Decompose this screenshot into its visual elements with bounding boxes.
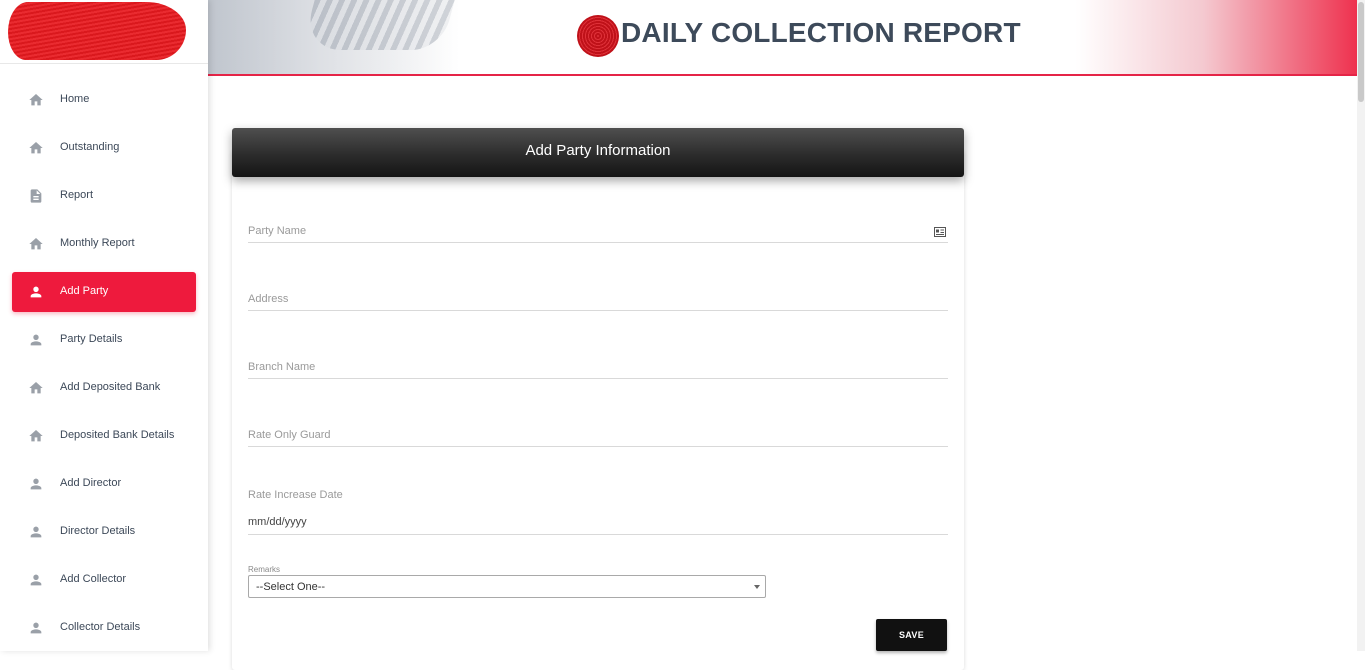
- sidebar-item-label: Director Details: [60, 525, 136, 537]
- sidebar-item-add-party[interactable]: Add Party: [12, 272, 196, 312]
- sidebar-item-outstanding[interactable]: Outstanding: [12, 128, 196, 168]
- rate-only-guard-field[interactable]: Rate Only Guard: [248, 426, 948, 447]
- sidebar-item-label: Outstanding: [60, 141, 120, 153]
- page-scrollbar[interactable]: [1357, 0, 1365, 651]
- sidebar-item-add-deposited-bank[interactable]: Add Deposited Bank: [12, 368, 196, 408]
- person-icon: [28, 476, 44, 492]
- sidebar-item-label: Monthly Report: [60, 237, 135, 249]
- party-name-field[interactable]: Party Name: [248, 222, 948, 243]
- sidebar-item-deposited-bank-details[interactable]: Deposited Bank Details: [12, 416, 196, 456]
- home-icon: [28, 92, 44, 108]
- page-title: DAILY COLLECTION REPORT: [621, 17, 1021, 48]
- contact-card-icon: [934, 224, 946, 237]
- rate-only-guard-label: Rate Only Guard: [248, 429, 331, 441]
- person-icon: [28, 620, 44, 636]
- redacted-logo: [8, 2, 186, 60]
- page-header: DAILY COLLECTION REPORT: [208, 0, 1365, 76]
- remarks-label: Remarks: [248, 565, 281, 574]
- card-header: Add Party Information: [232, 128, 964, 177]
- card-title: Add Party Information: [525, 142, 671, 159]
- sidebar-item-label: Party Details: [60, 333, 123, 345]
- dropdown-arrow-icon: [754, 585, 760, 589]
- sidebar-item-label: Report: [60, 189, 94, 201]
- sidebar-item-label: Deposited Bank Details: [60, 429, 175, 441]
- sidebar-item-label: Collector Details: [60, 621, 141, 633]
- sidebar-item-label: Add Collector: [60, 573, 127, 585]
- home-icon: [28, 428, 44, 444]
- home-icon: [28, 236, 44, 252]
- rate-increase-date-value: mm/dd/yyyy: [248, 516, 307, 528]
- sidebar-item-home[interactable]: Home: [12, 80, 196, 120]
- sidebar-item-label: Home: [60, 93, 90, 105]
- rate-increase-date-input[interactable]: [248, 510, 948, 535]
- sidebar: Home Outstanding Report Monthly Report A…: [0, 0, 208, 651]
- sidebar-item-report[interactable]: Report: [12, 176, 196, 216]
- remarks-selected-value: --Select One--: [256, 581, 326, 593]
- sidebar-item-label: Add Party: [60, 285, 109, 297]
- header-banner-image: [208, 0, 458, 74]
- save-button[interactable]: SAVE: [876, 619, 947, 651]
- branch-name-field[interactable]: Branch Name: [248, 358, 948, 379]
- scrollbar-thumb[interactable]: [1358, 2, 1364, 102]
- home-icon: [28, 140, 44, 156]
- branch-name-label: Branch Name: [248, 361, 316, 373]
- sidebar-item-add-collector[interactable]: Add Collector: [12, 560, 196, 600]
- document-icon: [28, 188, 44, 204]
- person-icon: [28, 332, 44, 348]
- sidebar-item-label: Add Director: [60, 477, 122, 489]
- sidebar-item-director-details[interactable]: Director Details: [12, 512, 196, 552]
- sidebar-item-monthly-report[interactable]: Monthly Report: [12, 224, 196, 264]
- rate-increase-date-label: Rate Increase Date: [248, 489, 343, 501]
- calculator-image: [301, 0, 455, 50]
- address-label: Address: [248, 293, 289, 305]
- remarks-select[interactable]: --Select One--: [248, 575, 766, 598]
- logo-area: [0, 0, 208, 64]
- sidebar-item-label: Add Deposited Bank: [60, 381, 161, 393]
- person-icon: [28, 284, 44, 300]
- person-icon: [28, 572, 44, 588]
- sidebar-item-party-details[interactable]: Party Details: [12, 320, 196, 360]
- person-icon: [28, 524, 44, 540]
- sidebar-item-collector-details[interactable]: Collector Details: [12, 608, 196, 648]
- company-seal-logo: [577, 15, 619, 57]
- home-icon: [28, 380, 44, 396]
- address-field[interactable]: Address: [248, 290, 948, 311]
- party-name-label: Party Name: [248, 225, 307, 237]
- sidebar-item-add-director[interactable]: Add Director: [12, 464, 196, 504]
